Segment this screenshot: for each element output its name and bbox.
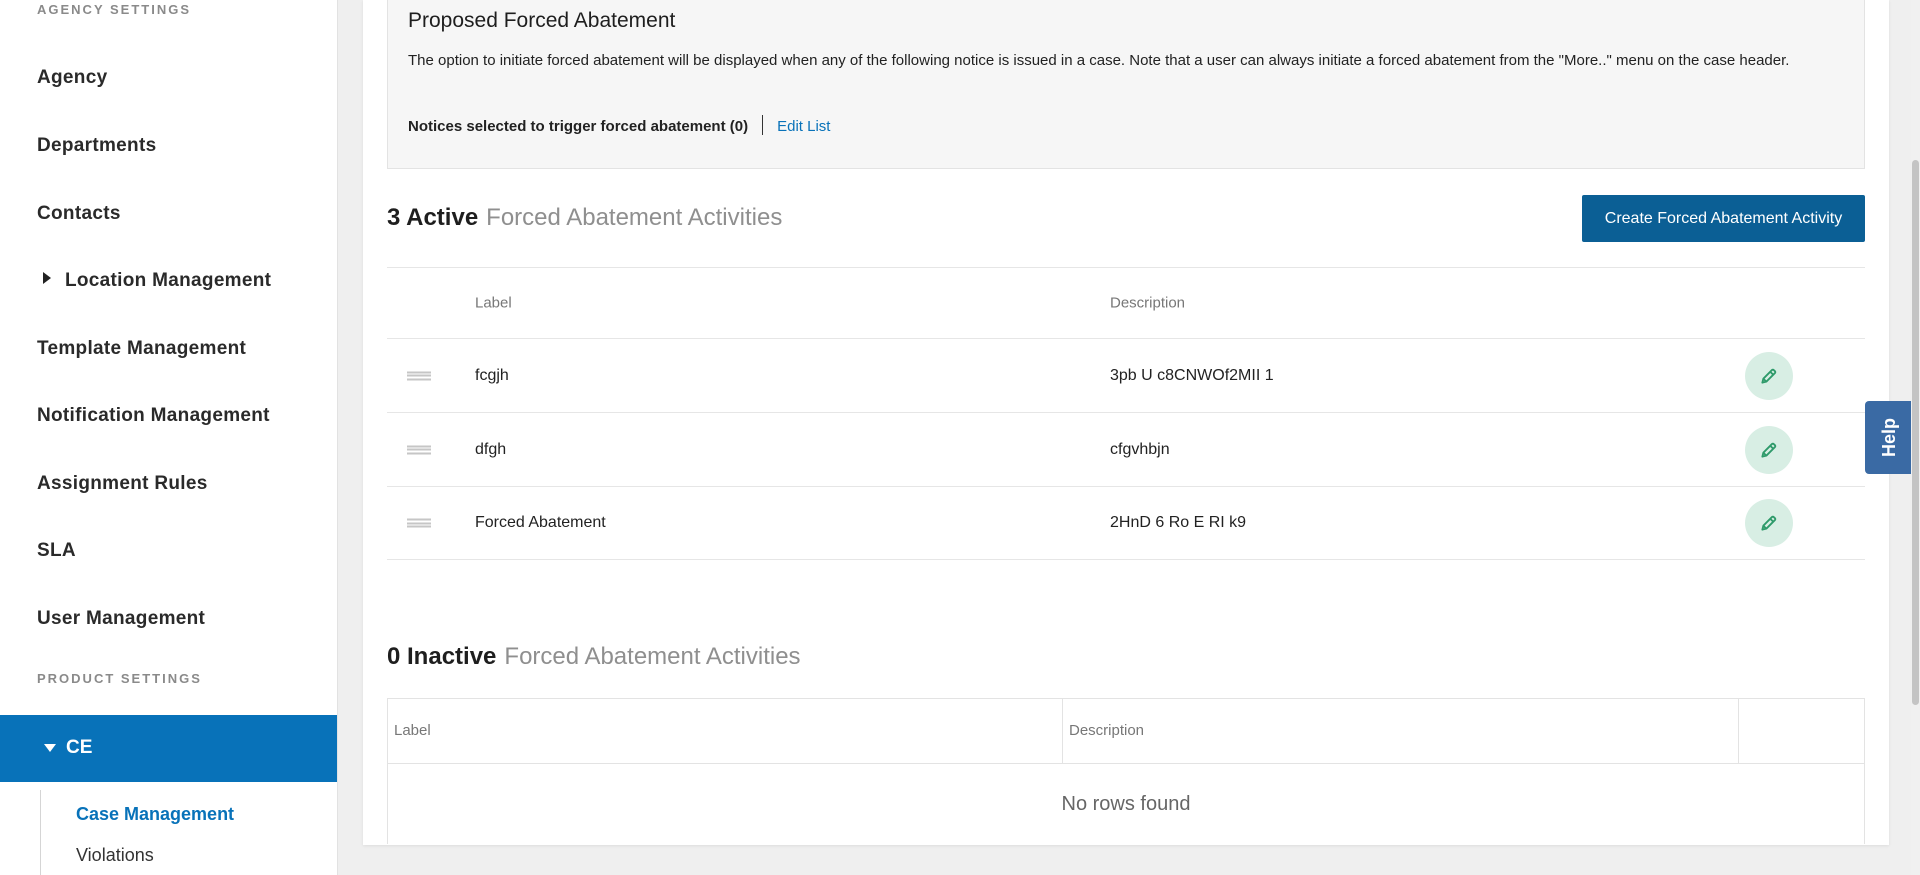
panel-title: Proposed Forced Abatement [408,9,676,32]
edit-button[interactable] [1745,351,1793,400]
sidebar-subitem-case-management[interactable]: Case Management [76,804,234,825]
inactive-section-title: 0 Inactive Forced Abatement Activities [387,643,801,671]
sidebar-item-ce[interactable]: CE [0,715,337,782]
column-header-description: Description [1063,699,1739,763]
sidebar-item-agency[interactable]: Agency [37,67,107,89]
sidebar-item-sla[interactable]: SLA [37,540,76,562]
row-description: cfgvhbjn [1110,440,1170,458]
active-count: 3 Active [387,204,479,231]
edit-button[interactable] [1745,425,1793,474]
empty-state: No rows found [1061,793,1191,815]
edit-button[interactable] [1745,499,1793,547]
create-forced-abatement-activity-button[interactable]: Create Forced Abatement Activity [1582,195,1865,242]
product-settings-heading: PRODUCT SETTINGS [37,671,202,686]
notices-selected-label: Notices selected to trigger forced abate… [408,118,749,135]
divider [762,115,764,135]
pencil-icon [1761,368,1777,384]
caret-right-icon [43,272,51,284]
table-header: Label Description [387,267,1865,338]
submenu-rail [40,790,41,875]
sidebar-item-assignment-rules[interactable]: Assignment Rules [37,473,208,495]
sidebar-item-contacts[interactable]: Contacts [37,203,121,225]
sidebar-item-template-management[interactable]: Template Management [37,338,246,360]
sidebar-item-notification-management[interactable]: Notification Management [37,405,270,427]
active-section-label: Forced Abatement Activities [486,204,783,231]
notices-trigger-row: Notices selected to trigger forced abate… [408,115,830,135]
sidebar-item-location-management[interactable]: Location Management [37,270,271,292]
column-header-description: Description [1110,294,1186,312]
drag-handle-icon[interactable] [407,371,431,380]
inactive-activities-table: Label Description No rows found [387,698,1865,844]
agency-settings-heading: AGENCY SETTINGS [37,2,192,17]
table-row: Forced Abatement 2HnD 6 Ro E RI k9 [387,486,1865,560]
caret-down-icon [44,744,56,752]
row-label: Forced Abatement [475,514,606,531]
help-label: Help [1879,417,1900,458]
inactive-count: 0 Inactive [387,643,497,670]
edit-list-link[interactable]: Edit List [777,118,830,135]
table-header: Label Description [388,699,1864,764]
active-activities-table: Label Description fcgjh 3pb U c8CNWOf2MI… [387,267,1865,560]
row-description: 2HnD 6 Ro E RI k9 [1110,514,1247,531]
inactive-section-label: Forced Abatement Activities [504,643,801,670]
active-section-title: 3 Active Forced Abatement Activities [387,204,782,232]
sidebar-item-label: Location Management [65,270,272,291]
column-header-label: Label [388,699,1063,763]
column-header-label: Label [475,294,512,312]
sidebar-item-user-management[interactable]: User Management [37,608,205,630]
scrollbar-thumb[interactable] [1912,160,1919,705]
row-label: dfgh [475,440,507,458]
pencil-icon [1761,442,1777,458]
sidebar-item-label: CE [66,737,93,758]
sidebar-subitem-violations[interactable]: Violations [76,845,154,866]
proposed-forced-abatement-panel: Proposed Forced Abatement The option to … [387,0,1865,169]
row-description: 3pb U c8CNWOf2MII 1 [1110,366,1274,384]
table-row: fcgjh 3pb U c8CNWOf2MII 1 [387,338,1865,412]
help-tab[interactable]: Help [1865,401,1915,474]
drag-handle-icon[interactable] [407,445,431,454]
table-row: dfgh cfgvhbjn [387,412,1865,486]
settings-card: Proposed Forced Abatement The option to … [363,0,1889,845]
pencil-icon [1761,515,1777,531]
drag-handle-icon[interactable] [407,518,431,528]
panel-description: The option to initiate forced abatement … [408,52,1790,69]
sidebar-item-departments[interactable]: Departments [37,135,156,157]
sidebar: AGENCY SETTINGS Agency Departments Conta… [0,0,338,875]
row-label: fcgjh [475,366,509,384]
